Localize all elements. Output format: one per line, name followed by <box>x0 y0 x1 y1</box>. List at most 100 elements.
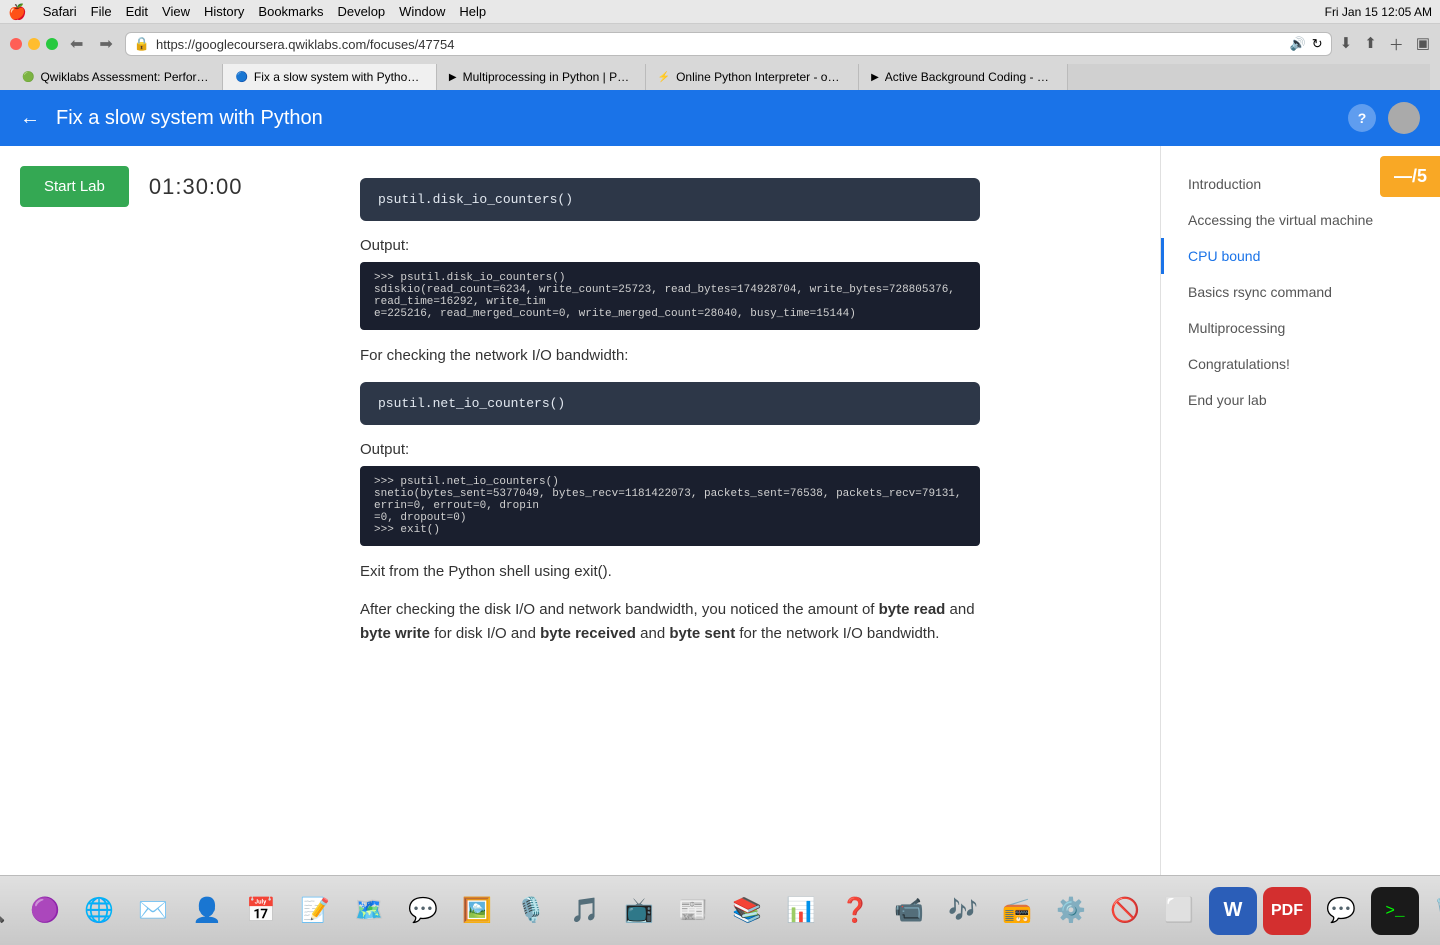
menubar-right: Fri Jan 15 12:05 AM <box>1325 5 1432 19</box>
tab-icon-4: ⚡ <box>658 72 670 83</box>
browser-chrome: ⬅ ➡ 🔒 https://googlecoursera.qwiklabs.co… <box>0 24 1440 90</box>
dock-music[interactable]: 🎵 <box>561 887 609 935</box>
menu-window[interactable]: Window <box>399 4 445 19</box>
dock-radio[interactable]: 📻 <box>993 887 1041 935</box>
tab-label-1: Qwiklabs Assessment: Performance Tuni... <box>40 70 210 84</box>
lock-icon: 🔒 <box>134 36 150 52</box>
traffic-lights <box>10 38 58 50</box>
progress-badge: —/5 <box>1380 156 1440 197</box>
dock-mail[interactable]: ✉️ <box>129 887 177 935</box>
forward-nav-button[interactable]: ➡ <box>95 32 116 56</box>
summary-and-1: and <box>945 601 974 618</box>
dock-trash[interactable]: 🗑️ <box>1425 887 1440 935</box>
dock-sysprefs[interactable]: ⚙️ <box>1047 887 1095 935</box>
menu-safari[interactable]: Safari <box>43 4 77 19</box>
avatar[interactable] <box>1388 102 1420 134</box>
start-lab-button[interactable]: Start Lab <box>20 166 129 207</box>
sidebar-item-accessing-vm[interactable]: Accessing the virtual machine <box>1161 202 1440 238</box>
dock-messages[interactable]: 💬 <box>399 887 447 935</box>
header-back-button[interactable]: ← <box>20 107 40 130</box>
share-icon[interactable]: ⬆ <box>1364 34 1377 55</box>
menu-develop[interactable]: Develop <box>337 4 385 19</box>
content-area[interactable]: psutil.disk_io_counters() Output: >>> ps… <box>300 146 1160 875</box>
address-text[interactable]: https://googlecoursera.qwiklabs.com/focu… <box>156 37 1284 52</box>
dock-contacts[interactable]: 👤 <box>183 887 231 935</box>
dock-photos[interactable]: 🖼️ <box>453 887 501 935</box>
sidebar-item-basics-rsync[interactable]: Basics rsync command <box>1161 274 1440 310</box>
dock-tv[interactable]: 📺 <box>615 887 663 935</box>
timer-display: 01:30:00 <box>149 174 243 200</box>
menu-items: Safari File Edit View History Bookmarks … <box>43 4 486 19</box>
close-button[interactable] <box>10 38 22 50</box>
apple-menu[interactable]: 🍎 <box>8 3 27 21</box>
tab-icon-3: ▶ <box>449 72 457 83</box>
output-label-1: Output: <box>360 237 980 254</box>
dock: 🔍 🟣 🌐 ✉️ 👤 📅 📝 🗺️ 💬 🖼️ 🎙️ 🎵 📺 📰 📚 📊 ❓ 📹 … <box>0 875 1440 945</box>
code-block-2: psutil.net_io_counters() <box>360 382 980 425</box>
minimize-button[interactable] <box>28 38 40 50</box>
tab-qwiklabs-assessment[interactable]: 🟢 Qwiklabs Assessment: Performance Tuni.… <box>10 64 223 90</box>
dock-notes[interactable]: 📝 <box>291 887 339 935</box>
sidebar-item-cpu-bound[interactable]: CPU bound <box>1161 238 1440 274</box>
help-button[interactable]: ? <box>1348 104 1376 132</box>
dock-nono[interactable]: 🚫 <box>1101 887 1149 935</box>
dock-word[interactable]: W <box>1209 887 1257 935</box>
dock-terminal[interactable]: >_ <box>1371 887 1419 935</box>
dock-numbers[interactable]: 📊 <box>777 887 825 935</box>
dock-maps[interactable]: 🗺️ <box>345 887 393 935</box>
summary-bold-2: byte write <box>360 625 430 642</box>
summary-end: for the network I/O bandwidth. <box>735 625 939 642</box>
dock-launchpad[interactable]: 🟣 <box>21 887 69 935</box>
dock-itunes[interactable]: 🎶 <box>939 887 987 935</box>
sidebar-item-congratulations[interactable]: Congratulations! <box>1161 346 1440 382</box>
dock-blank[interactable]: ⬜ <box>1155 887 1203 935</box>
dock-whatsapp[interactable]: 💬 <box>1317 887 1365 935</box>
summary-bold-3: byte received <box>540 625 636 642</box>
menu-history[interactable]: History <box>204 4 244 19</box>
app-header: ← Fix a slow system with Python ? <box>0 90 1440 146</box>
menu-bookmarks[interactable]: Bookmarks <box>258 4 323 19</box>
dock-podcasts[interactable]: 🎙️ <box>507 887 555 935</box>
address-bar[interactable]: 🔒 https://googlecoursera.qwiklabs.com/fo… <box>125 32 1332 56</box>
refresh-icon[interactable]: ↻ <box>1312 36 1323 52</box>
dock-books[interactable]: 📚 <box>723 887 771 935</box>
browser-tabs: 🟢 Qwiklabs Assessment: Performance Tuni.… <box>10 64 1430 90</box>
network-label: For checking the network I/O bandwidth: <box>360 344 980 368</box>
tab-fix-slow-system[interactable]: 🔵 Fix a slow system with Python | Qwikla… <box>223 64 436 90</box>
tab-multiprocessing[interactable]: ▶ Multiprocessing in Python | Part 2 | p… <box>437 64 646 90</box>
dock-news[interactable]: 📰 <box>669 887 717 935</box>
tab-icon-5: ▶ <box>871 72 879 83</box>
left-panel: Start Lab 01:30:00 <box>0 146 300 875</box>
right-sidebar: Introduction Accessing the virtual machi… <box>1160 146 1440 875</box>
summary-bold-4: byte sent <box>669 625 735 642</box>
menu-help[interactable]: Help <box>459 4 486 19</box>
main-layout: Start Lab 01:30:00 psutil.disk_io_counte… <box>0 146 1440 875</box>
output-label-2: Output: <box>360 441 980 458</box>
new-tab-icon[interactable]: ＋ <box>1389 34 1404 55</box>
dock-calendar[interactable]: 📅 <box>237 887 285 935</box>
maximize-button[interactable] <box>46 38 58 50</box>
tab-label-3: Multiprocessing in Python | Part 2 | pyt… <box>463 70 633 84</box>
menu-edit[interactable]: Edit <box>126 4 148 19</box>
dock-finder[interactable]: 🔍 <box>0 887 15 935</box>
menu-file[interactable]: File <box>91 4 112 19</box>
sidebar-item-end-lab[interactable]: End your lab <box>1161 382 1440 418</box>
dock-pdf[interactable]: PDF <box>1263 887 1311 935</box>
exit-text: Exit from the Python shell using exit(). <box>360 560 980 584</box>
tab-icon-2: 🔵 <box>235 72 247 83</box>
output-block-1: >>> psutil.disk_io_counters() sdiskio(re… <box>360 262 980 330</box>
download-icon[interactable]: ⬇ <box>1340 34 1353 55</box>
back-nav-button[interactable]: ⬅ <box>66 32 87 56</box>
sidebar-item-multiprocessing[interactable]: Multiprocessing <box>1161 310 1440 346</box>
sidebar-toggle-icon[interactable]: ▣ <box>1416 34 1430 55</box>
top-row: Start Lab 01:30:00 <box>20 166 280 207</box>
tab-active-bg[interactable]: ▶ Active Background Coding - UNIVERSE... <box>859 64 1068 90</box>
dock-safari[interactable]: 🌐 <box>75 887 123 935</box>
tab-online-python[interactable]: ⚡ Online Python Interpreter - online edi… <box>646 64 859 90</box>
audio-icon[interactable]: 🔊 <box>1290 36 1306 52</box>
header-icons: ? <box>1348 102 1420 134</box>
tab-label-5: Active Background Coding - UNIVERSE... <box>885 70 1055 84</box>
dock-facetime[interactable]: 📹 <box>885 887 933 935</box>
menu-view[interactable]: View <box>162 4 190 19</box>
dock-question[interactable]: ❓ <box>831 887 879 935</box>
